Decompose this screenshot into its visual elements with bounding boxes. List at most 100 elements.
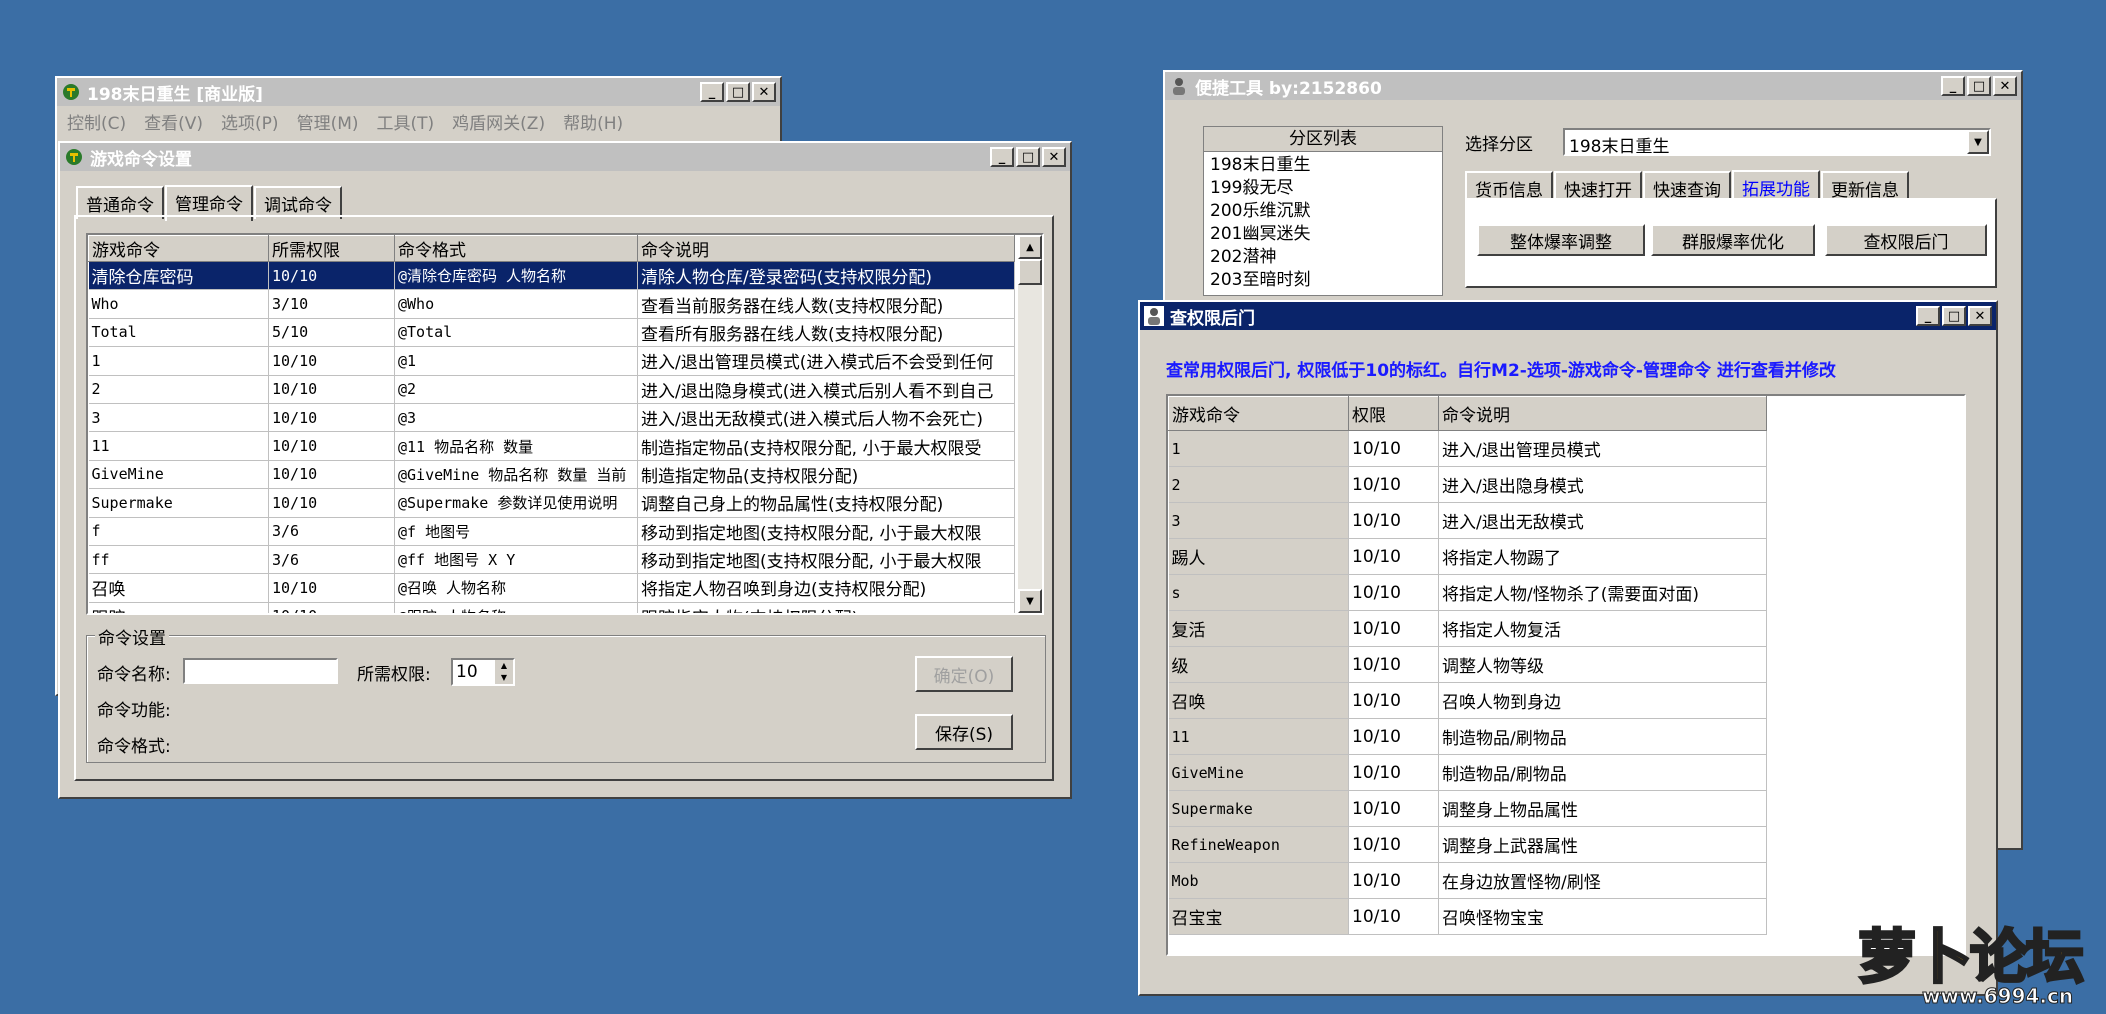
app-icon (64, 147, 84, 167)
menu-gateway[interactable]: 鸡盾网关(Z) (452, 109, 545, 134)
column-header-description[interactable]: 命令说明 (637, 235, 1015, 262)
scroll-down-button[interactable]: ▼ (1018, 589, 1042, 613)
scroll-thumb[interactable] (1018, 259, 1042, 285)
menu-control[interactable]: 控制(C) (67, 109, 126, 134)
minimize-button[interactable]: _ (700, 82, 724, 102)
command-format-label: 命令格式: (97, 737, 171, 757)
menu-view[interactable]: 查看(V) (144, 109, 203, 134)
minimize-button[interactable]: _ (990, 147, 1014, 167)
save-button[interactable]: 保存(S) (915, 714, 1013, 750)
zone-select[interactable]: 198末日重生 ▼ (1563, 128, 1991, 157)
menu-options[interactable]: 选项(P) (221, 109, 279, 134)
overall-drop-rate-button[interactable]: 整体爆率调整 (1477, 224, 1645, 256)
table-row[interactable]: 召宝宝 10/10 召唤怪物宝宝 (1168, 898, 1767, 935)
cell-description: 调整身上武器属性 (1438, 826, 1767, 863)
cell-permission: 10/10 (1348, 574, 1439, 611)
cell-description: 调整自己身上的物品属性(支持权限分配) (637, 488, 1015, 518)
list-item[interactable]: 200乐维沉默 (1210, 200, 1436, 223)
list-item[interactable]: 199殺无尽 (1210, 177, 1436, 200)
maximize-button[interactable]: □ (1016, 147, 1040, 167)
table-row[interactable]: s 10/10 将指定人物/怪物杀了(需要面对面) (1168, 574, 1767, 611)
menu-help[interactable]: 帮助(H) (563, 109, 623, 134)
list-item[interactable]: 203至暗时刻 (1210, 269, 1436, 292)
list-item[interactable]: 201幽冥迷失 (1210, 223, 1436, 246)
cell-permission: 10/10 (268, 460, 395, 490)
table-row[interactable]: 1 10/10 @1 进入/退出管理员模式(进入模式后不会受到任何 (88, 346, 1015, 376)
column-header-command[interactable]: 游戏命令 (88, 235, 269, 262)
spin-down-icon[interactable]: ▼ (495, 672, 513, 684)
list-item[interactable]: 198末日重生 (1210, 154, 1436, 177)
column-header-permission[interactable]: 所需权限 (268, 235, 395, 262)
cell-command: 2 (88, 375, 269, 404)
menu-tools[interactable]: 工具(T) (377, 109, 435, 134)
column-header-format[interactable]: 命令格式 (394, 235, 638, 262)
table-row[interactable]: 1 10/10 进入/退出管理员模式 (1168, 430, 1767, 467)
cell-format: @GiveMine 物品名称 数量 当前 (394, 460, 638, 490)
table-row[interactable]: ff 3/6 @ff 地图号 X Y 移动到指定地图(支持权限分配, 小于最大权限 (88, 545, 1015, 575)
table-row[interactable]: Total 5/10 @Total 查看所有服务器在线人数(支持权限分配) (88, 318, 1015, 348)
close-button[interactable]: ✕ (1042, 147, 1066, 167)
table-row[interactable]: Who 3/10 @Who 查看当前服务器在线人数(支持权限分配) (88, 289, 1015, 319)
table-row[interactable]: 3 10/10 进入/退出无敌模式 (1168, 502, 1767, 539)
table-row[interactable]: 2 10/10 进入/退出隐身模式 (1168, 466, 1767, 503)
table-row[interactable]: Supermake 10/10 调整身上物品属性 (1168, 790, 1767, 827)
table-row[interactable]: 踢人 10/10 将指定人物踢了 (1168, 538, 1767, 575)
cell-command: 11 (1168, 718, 1349, 755)
close-button[interactable]: ✕ (1993, 76, 2017, 96)
table-row[interactable]: 复活 10/10 将指定人物复活 (1168, 610, 1767, 647)
table-row[interactable]: GiveMine 10/10 制造物品/刷物品 (1168, 754, 1767, 791)
cell-description: 制造物品/刷物品 (1438, 754, 1767, 791)
minimize-button[interactable]: _ (1916, 306, 1940, 326)
command-grid[interactable]: 游戏命令 所需权限 命令格式 命令说明 清除仓库密码 10/10 @清除仓库密码 人… (86, 233, 1044, 615)
table-row[interactable]: Supermake 10/10 @Supermake 参数详见使用说明 调整自己身上的… (88, 488, 1015, 518)
column-header-description[interactable]: 命令说明 (1438, 396, 1767, 431)
close-button[interactable]: ✕ (752, 82, 776, 102)
cell-permission: 3/6 (268, 545, 395, 575)
zone-list[interactable]: 198末日重生 199殺无尽 200乐维沉默 201幽冥迷失 202潜神 203至暗时刻 (1204, 152, 1442, 294)
quick-tool-titlebar[interactable]: 便捷工具 by:2152860 _ □ ✕ (1165, 72, 2021, 100)
check-backdoor-button[interactable]: 查权限后门 (1825, 224, 1987, 256)
table-row[interactable]: 11 10/10 制造物品/刷物品 (1168, 718, 1767, 755)
spin-up-icon[interactable]: ▲ (495, 660, 513, 672)
permission-spinner[interactable]: 10 ▲ ▼ (451, 658, 515, 686)
table-row[interactable]: 3 10/10 @3 进入/退出无敌模式(进入模式后人物不会死亡) (88, 403, 1015, 433)
cell-description: 召唤人物到身边 (1438, 682, 1767, 719)
table-row[interactable]: 清除仓库密码 10/10 @清除仓库密码 人物名称 清除人物仓库/登录密码(支持权限分… (88, 261, 1015, 291)
perm-grid[interactable]: 游戏命令 权限 命令说明 1 10/10 进入/退出管理员模式 2 10/10 进入/退出… (1166, 394, 1966, 956)
maximize-button[interactable]: □ (1967, 76, 1991, 96)
minimize-button[interactable]: _ (1941, 76, 1965, 96)
group-drop-rate-button[interactable]: 群服爆率优化 (1651, 224, 1815, 256)
list-item[interactable]: 202潜神 (1210, 246, 1436, 269)
chevron-down-icon[interactable]: ▼ (1967, 130, 1989, 154)
table-row[interactable]: 级 10/10 调整人物等级 (1168, 646, 1767, 683)
maximize-button[interactable]: □ (726, 82, 750, 102)
close-button[interactable]: ✕ (1968, 306, 1992, 326)
table-row[interactable]: 召唤 10/10 @召唤 人物名称 将指定人物召唤到身边(支持权限分配) (88, 573, 1015, 603)
table-row[interactable]: RefineWeapon 10/10 调整身上武器属性 (1168, 826, 1767, 863)
column-header-permission[interactable]: 权限 (1348, 396, 1439, 431)
table-row[interactable]: Mob 10/10 在身边放置怪物/刷怪 (1168, 862, 1767, 899)
table-row[interactable]: 召唤 10/10 召唤人物到身边 (1168, 682, 1767, 719)
table-row[interactable]: 11 10/10 @11 物品名称 数量 制造指定物品(支持权限分配, 小于最大权限受 (88, 431, 1015, 461)
perm-check-titlebar[interactable]: 查权限后门 _ □ ✕ (1140, 302, 1996, 330)
cell-description: 将指定人物/怪物杀了(需要面对面) (1438, 574, 1767, 611)
table-row[interactable]: f 3/6 @f 地图号 移动到指定地图(支持权限分配, 小于最大权限 (88, 517, 1015, 546)
scroll-up-button[interactable]: ▲ (1018, 235, 1042, 259)
cell-command: 踢人 (1168, 538, 1349, 575)
cell-permission: 10/10 (268, 403, 395, 433)
confirm-button[interactable]: 确定(O) (915, 656, 1013, 692)
cell-format: @Who (394, 289, 638, 319)
main-window-titlebar[interactable]: 198末日重生 [商业版] _ □ ✕ (57, 78, 780, 106)
column-header-command[interactable]: 游戏命令 (1168, 396, 1349, 431)
table-row[interactable]: 2 10/10 @2 进入/退出隐身模式(进入模式后别人看不到自己 (88, 375, 1015, 404)
menu-manage[interactable]: 管理(M) (297, 109, 359, 134)
cell-command: RefineWeapon (1168, 826, 1349, 863)
zone-list-panel: 分区列表 198末日重生 199殺无尽 200乐维沉默 201幽冥迷失 202潜神 203… (1203, 126, 1443, 296)
grid-scrollbar[interactable]: ▲ ▼ (1018, 235, 1042, 613)
quick-tool-title: 便捷工具 by:2152860 (1195, 78, 1382, 99)
table-row[interactable]: 跟踪10/10@跟踪 人物名称跟踪指定人物(支持权限分配) (88, 602, 1015, 613)
command-name-input[interactable] (183, 658, 338, 684)
cmd-settings-titlebar[interactable]: 游戏命令设置 _ □ ✕ (60, 143, 1070, 171)
maximize-button[interactable]: □ (1942, 306, 1966, 326)
table-row[interactable]: GiveMine 10/10 @GiveMine 物品名称 数量 当前 制造指定物品(… (88, 460, 1015, 490)
